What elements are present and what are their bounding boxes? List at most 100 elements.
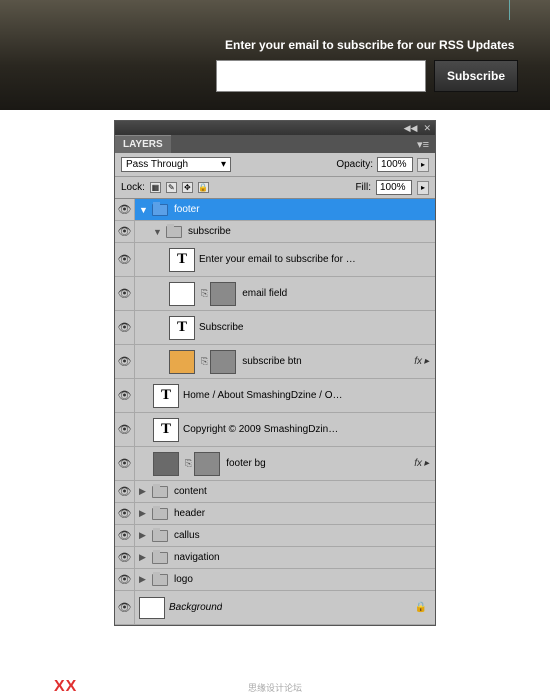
link-icon: ⎘ <box>185 458 192 469</box>
eye-icon[interactable]: 👁 <box>118 389 132 402</box>
fill-flyout-icon[interactable]: ▸ <box>417 181 429 195</box>
folder-icon <box>152 574 168 586</box>
layer-background[interactable]: 👁 Background 🔒 <box>115 591 435 625</box>
subscribe-button[interactable]: Subscribe <box>434 60 518 92</box>
layer-group-subscribe[interactable]: 👁 ▼ subscribe <box>115 221 435 243</box>
folder-icon <box>166 226 182 238</box>
disclosure-closed-icon[interactable]: ▶ <box>139 486 148 497</box>
text-layer-icon: T <box>169 316 195 340</box>
layers-panel: ◀◀ ✕ LAYERS ▾≡ Pass Through ▾ Opacity: 1… <box>114 120 436 626</box>
eye-icon[interactable]: 👁 <box>118 457 132 470</box>
layer-name: Home / About SmashingDzine / Our Serv... <box>183 390 343 401</box>
link-icon: ⎘ <box>201 356 208 367</box>
lock-all-icon[interactable]: 🔒 <box>198 182 209 193</box>
tab-row: LAYERS ▾≡ <box>115 135 435 153</box>
blend-opacity-row: Pass Through ▾ Opacity: 100% ▸ <box>115 153 435 177</box>
layer-name: subscribe btn <box>242 356 301 367</box>
disclosure-closed-icon[interactable]: ▶ <box>139 530 148 541</box>
link-icon: ⎘ <box>201 288 208 299</box>
lock-icon: 🔒 <box>415 602 427 613</box>
layer-group-logo[interactable]: 👁 ▶ logo <box>115 569 435 591</box>
layer-name: callus <box>174 530 200 541</box>
opacity-value[interactable]: 100% <box>377 157 413 172</box>
text-layer-icon: T <box>169 248 195 272</box>
layer-name: footer bg <box>226 458 265 469</box>
layer-thumb <box>139 597 165 619</box>
eye-icon[interactable]: 👁 <box>118 423 132 436</box>
layer-name: content <box>174 486 207 497</box>
folder-icon <box>152 204 168 216</box>
layer-name: navigation <box>174 552 220 563</box>
fx-badge[interactable]: fx ▸ <box>414 458 429 469</box>
folder-icon <box>152 486 168 498</box>
eye-icon[interactable]: 👁 <box>118 573 132 586</box>
fill-label: Fill: <box>355 182 371 193</box>
folder-icon <box>152 530 168 542</box>
layer-name: subscribe <box>188 226 231 237</box>
eye-icon[interactable]: 👁 <box>118 485 132 498</box>
layer-footer-bg[interactable]: 👁 ⎘ footer bg fx ▸ <box>115 447 435 481</box>
fx-badge[interactable]: fx ▸ <box>414 356 429 367</box>
blend-mode-select[interactable]: Pass Through ▾ <box>121 157 231 172</box>
eye-icon[interactable]: 👁 <box>118 321 132 334</box>
layer-group-footer[interactable]: 👁 ▼ footer <box>115 199 435 221</box>
eye-icon[interactable]: 👁 <box>118 601 132 614</box>
layer-list: 👁 ▼ footer 👁 ▼ subscribe 👁 T Enter your … <box>115 199 435 625</box>
layer-name: Background <box>169 602 222 613</box>
subscribe-banner: Enter your email to subscribe for our RS… <box>0 0 550 110</box>
chevron-down-icon: ▾ <box>221 159 226 170</box>
eye-icon[interactable]: 👁 <box>118 551 132 564</box>
fill-value[interactable]: 100% <box>376 180 412 195</box>
folder-icon <box>152 508 168 520</box>
tab-layers[interactable]: LAYERS <box>115 135 171 153</box>
eye-icon[interactable]: 👁 <box>118 355 132 368</box>
layer-text-prompt[interactable]: 👁 T Enter your email to subscribe for ou… <box>115 243 435 277</box>
eye-icon[interactable]: 👁 <box>118 507 132 520</box>
layer-group-content[interactable]: 👁 ▶ content <box>115 481 435 503</box>
eye-icon[interactable]: 👁 <box>118 253 132 266</box>
mask-thumb <box>210 282 236 306</box>
lock-position-icon[interactable]: ✥ <box>182 182 193 193</box>
disclosure-closed-icon[interactable]: ▶ <box>139 508 148 519</box>
shape-thumb <box>153 452 179 476</box>
collapse-icon[interactable]: ◀◀ <box>404 123 418 134</box>
close-icon[interactable]: ✕ <box>423 123 431 134</box>
shape-thumb <box>169 282 195 306</box>
layer-subscribe-btn[interactable]: 👁 ⎘ subscribe btn fx ▸ <box>115 345 435 379</box>
layer-subscribe-text[interactable]: 👁 T Subscribe <box>115 311 435 345</box>
panel-menu-icon[interactable]: ▾≡ <box>411 136 435 153</box>
email-input[interactable] <box>216 60 426 92</box>
watermark: 思缘设计论坛 <box>0 681 550 694</box>
folder-icon <box>152 552 168 564</box>
text-layer-icon: T <box>153 384 179 408</box>
layer-group-callus[interactable]: 👁 ▶ callus <box>115 525 435 547</box>
layer-nav-text[interactable]: 👁 T Home / About SmashingDzine / Our Ser… <box>115 379 435 413</box>
disclosure-closed-icon[interactable]: ▶ <box>139 552 148 563</box>
layer-email-field[interactable]: 👁 ⎘ email field <box>115 277 435 311</box>
layer-name: footer <box>174 204 200 215</box>
shape-thumb <box>169 350 195 374</box>
subscribe-row: Subscribe <box>0 60 530 92</box>
layer-group-navigation[interactable]: 👁 ▶ navigation <box>115 547 435 569</box>
disclosure-open-icon[interactable]: ▼ <box>153 227 162 237</box>
text-layer-icon: T <box>153 418 179 442</box>
mask-thumb <box>210 350 236 374</box>
opacity-label: Opacity: <box>336 159 373 170</box>
layer-name: email field <box>242 288 287 299</box>
lock-transparency-icon[interactable]: ▦ <box>150 182 161 193</box>
eye-icon[interactable]: 👁 <box>118 287 132 300</box>
eye-icon[interactable]: 👁 <box>118 225 132 238</box>
disclosure-open-icon[interactable]: ▼ <box>139 205 148 215</box>
layer-name: logo <box>174 574 193 585</box>
panel-titlebar[interactable]: ◀◀ ✕ <box>115 121 435 135</box>
eye-icon[interactable]: 👁 <box>118 529 132 542</box>
mask-thumb <box>194 452 220 476</box>
disclosure-closed-icon[interactable]: ▶ <box>139 574 148 585</box>
layer-copyright-text[interactable]: 👁 T Copyright © 2009 SmashingDzine | Pri… <box>115 413 435 447</box>
layer-name: Subscribe <box>199 322 243 333</box>
divider <box>509 0 510 20</box>
layer-group-header[interactable]: 👁 ▶ header <box>115 503 435 525</box>
lock-pixels-icon[interactable]: ✎ <box>166 182 177 193</box>
eye-icon[interactable]: 👁 <box>118 203 132 216</box>
opacity-flyout-icon[interactable]: ▸ <box>417 158 429 172</box>
